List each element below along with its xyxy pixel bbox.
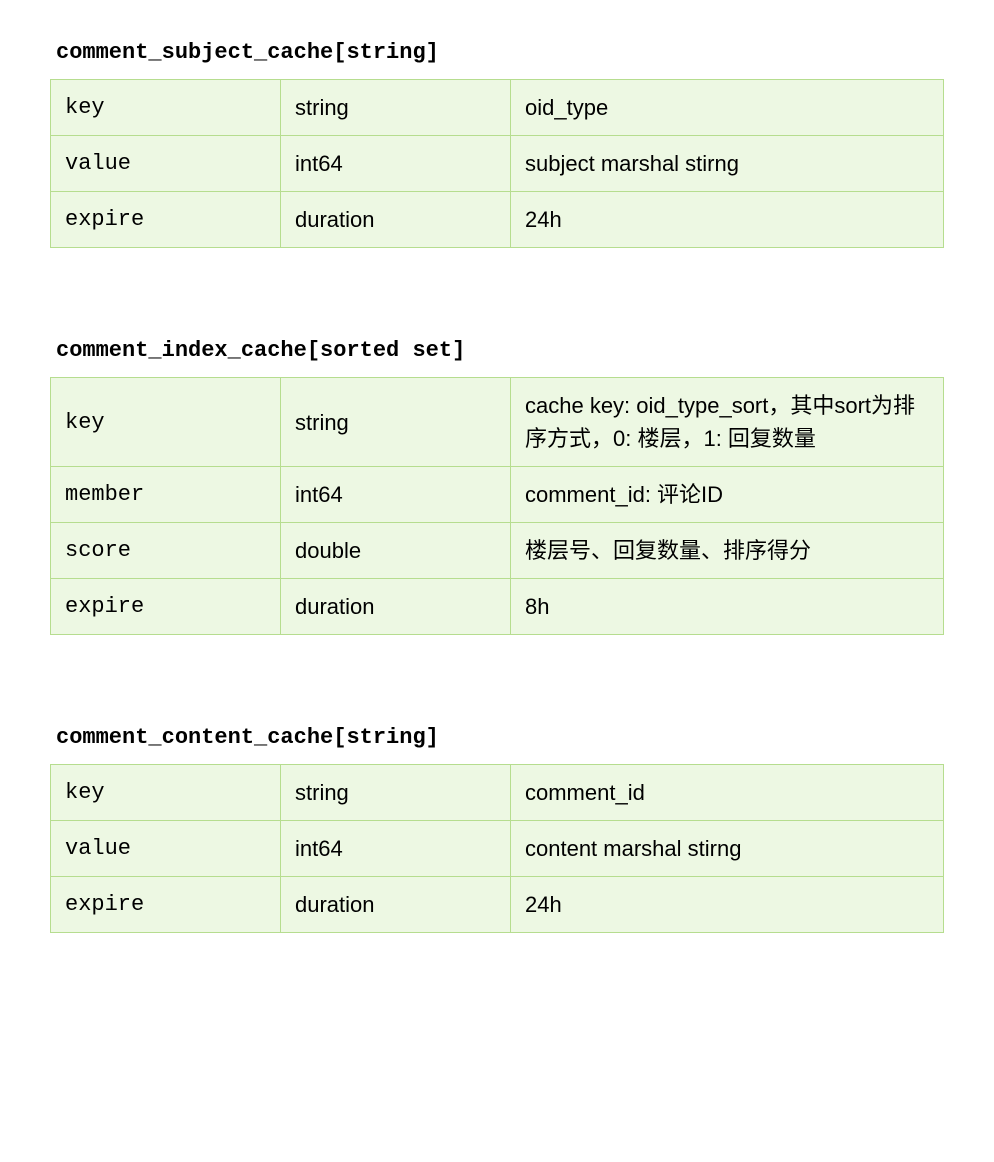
field-desc-cell: comment_id: 评论ID <box>511 467 944 523</box>
field-desc-cell: 8h <box>511 579 944 635</box>
field-desc-cell: comment_id <box>511 765 944 821</box>
table-row: expireduration8h <box>51 579 944 635</box>
cache-table: keystringcomment_idvalueint64content mar… <box>50 764 944 933</box>
field-name-cell: key <box>51 80 281 136</box>
field-name-cell: expire <box>51 877 281 933</box>
cache-section: comment_subject_cache[string]keystringoi… <box>50 40 944 248</box>
field-desc-cell: 24h <box>511 192 944 248</box>
field-type-cell: double <box>281 523 511 579</box>
field-type-cell: int64 <box>281 467 511 523</box>
field-desc-cell: cache key: oid_type_sort，其中sort为排序方式，0: … <box>511 378 944 467</box>
field-desc-cell: 楼层号、回复数量、排序得分 <box>511 523 944 579</box>
field-name-cell: value <box>51 136 281 192</box>
document-root: comment_subject_cache[string]keystringoi… <box>50 40 944 933</box>
field-type-cell: duration <box>281 579 511 635</box>
field-name-cell: key <box>51 378 281 467</box>
field-type-cell: duration <box>281 877 511 933</box>
field-name-cell: key <box>51 765 281 821</box>
section-title: comment_index_cache[sorted set] <box>50 338 944 363</box>
section-title: comment_content_cache[string] <box>50 725 944 750</box>
table-row: expireduration24h <box>51 192 944 248</box>
field-desc-cell: oid_type <box>511 80 944 136</box>
field-name-cell: value <box>51 821 281 877</box>
cache-section: comment_index_cache[sorted set] keystring… <box>50 338 944 635</box>
table-row: valueint64content marshal stirng <box>51 821 944 877</box>
cache-table: keystringoid_typevalueint64subject marsh… <box>50 79 944 248</box>
table-row: expireduration24h <box>51 877 944 933</box>
table-row: memberint64comment_id: 评论ID <box>51 467 944 523</box>
table-row: keystringoid_type <box>51 80 944 136</box>
field-type-cell: duration <box>281 192 511 248</box>
field-desc-cell: content marshal stirng <box>511 821 944 877</box>
field-name-cell: member <box>51 467 281 523</box>
table-row: scoredouble楼层号、回复数量、排序得分 <box>51 523 944 579</box>
cache-table: keystringcache key: oid_type_sort，其中sort… <box>50 377 944 635</box>
field-type-cell: int64 <box>281 821 511 877</box>
table-row: keystringcache key: oid_type_sort，其中sort… <box>51 378 944 467</box>
field-type-cell: string <box>281 378 511 467</box>
cache-section: comment_content_cache[string]keystringco… <box>50 725 944 933</box>
field-name-cell: score <box>51 523 281 579</box>
table-row: keystringcomment_id <box>51 765 944 821</box>
field-type-cell: string <box>281 765 511 821</box>
field-desc-cell: 24h <box>511 877 944 933</box>
field-type-cell: int64 <box>281 136 511 192</box>
field-name-cell: expire <box>51 192 281 248</box>
field-desc-cell: subject marshal stirng <box>511 136 944 192</box>
field-type-cell: string <box>281 80 511 136</box>
section-title: comment_subject_cache[string] <box>50 40 944 65</box>
field-name-cell: expire <box>51 579 281 635</box>
table-row: valueint64subject marshal stirng <box>51 136 944 192</box>
